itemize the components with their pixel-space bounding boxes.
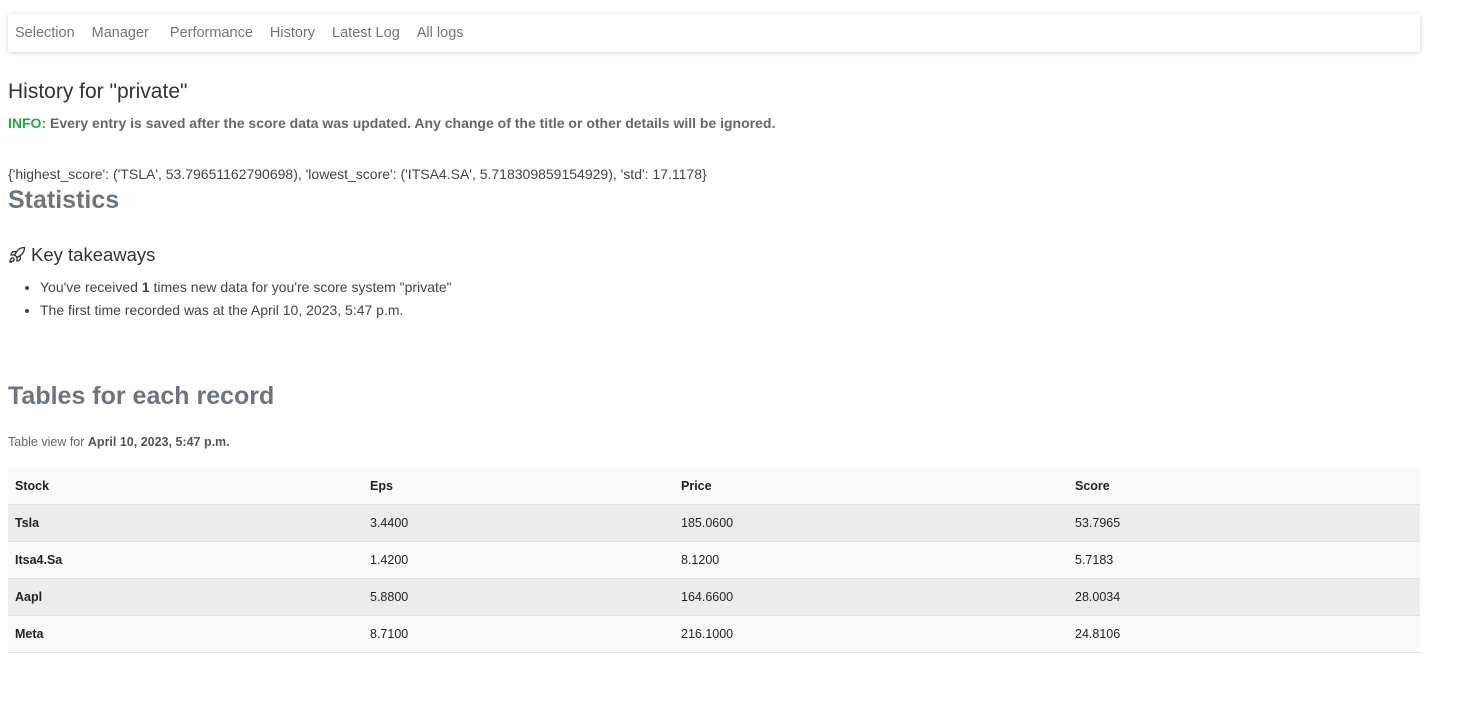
nav-performance[interactable]: Performance xyxy=(170,25,253,41)
cell-price: 185.0600 xyxy=(674,504,1068,542)
key-takeaways-heading: Key takeaways xyxy=(8,244,155,266)
info-tag: INFO: xyxy=(8,115,47,131)
cell-eps: 3.4400 xyxy=(363,504,674,542)
cell-price: 164.6600 xyxy=(674,578,1068,616)
table-caption-label: Table view for xyxy=(8,435,88,449)
nav-selection[interactable]: Selection xyxy=(15,25,75,41)
list-item: The first time recorded was at the April… xyxy=(40,299,452,322)
cell-stock: Aapl xyxy=(8,578,363,616)
table-row: Meta 8.7100 216.1000 24.8106 xyxy=(8,615,1420,653)
cell-price: 8.1200 xyxy=(674,541,1068,579)
cell-stock: Meta xyxy=(8,615,363,653)
top-navbar: Selection Manager Performance History La… xyxy=(8,14,1420,52)
column-header-eps: Eps xyxy=(363,468,674,505)
table-header-row: Stock Eps Price Score xyxy=(8,468,1420,505)
records-table: Stock Eps Price Score Tsla 3.4400 185.06… xyxy=(8,468,1420,653)
nav-history[interactable]: History xyxy=(270,25,315,41)
tables-heading: Tables for each record xyxy=(8,382,275,410)
table-row: Itsa4.Sa 1.4200 8.1200 5.7183 xyxy=(8,541,1420,579)
page-title: History for "private" xyxy=(8,80,188,103)
cell-score: 24.8106 xyxy=(1068,615,1420,653)
cell-eps: 8.7100 xyxy=(363,615,674,653)
info-message: INFO: Every entry is saved after the sco… xyxy=(8,115,775,131)
nav-all-logs[interactable]: All logs xyxy=(417,25,464,41)
statistics-heading: Statistics xyxy=(8,186,120,214)
column-header-score: Score xyxy=(1068,468,1420,505)
column-header-stock: Stock xyxy=(8,468,363,505)
cell-eps: 5.8800 xyxy=(363,578,674,616)
table-row: Tsla 3.4400 185.0600 53.7965 xyxy=(8,504,1420,542)
table-caption-date: April 10, 2023, 5:47 p.m. xyxy=(87,435,230,449)
key-takeaways-label: Key takeaways xyxy=(31,244,156,265)
cell-stock: Tsla xyxy=(8,504,363,542)
nav-latest-log[interactable]: Latest Log xyxy=(332,25,400,41)
takeaway-text: times new data for you're score system "… xyxy=(149,279,452,295)
cell-price: 216.1000 xyxy=(674,615,1068,653)
table-caption: Table view for April 10, 2023, 5:47 p.m. xyxy=(8,435,230,449)
column-header-price: Price xyxy=(674,468,1068,505)
rocket-icon xyxy=(9,246,26,263)
statistics-summary: {'highest_score': ('TSLA', 53.7965116279… xyxy=(8,166,707,182)
list-item: You've received 1 times new data for you… xyxy=(40,276,452,299)
takeaway-text: You've received xyxy=(40,279,142,295)
cell-score: 5.7183 xyxy=(1068,541,1420,579)
cell-eps: 1.4200 xyxy=(363,541,674,579)
cell-score: 28.0034 xyxy=(1068,578,1420,616)
table-row: Aapl 5.8800 164.6600 28.0034 xyxy=(8,578,1420,616)
record-count: 1 xyxy=(141,279,150,295)
nav-manager[interactable]: Manager xyxy=(92,25,149,41)
info-text: Every entry is saved after the score dat… xyxy=(46,115,776,131)
cell-score: 53.7965 xyxy=(1068,504,1420,542)
takeaways-list: You've received 1 times new data for you… xyxy=(8,276,452,322)
cell-stock: Itsa4.Sa xyxy=(8,541,363,579)
